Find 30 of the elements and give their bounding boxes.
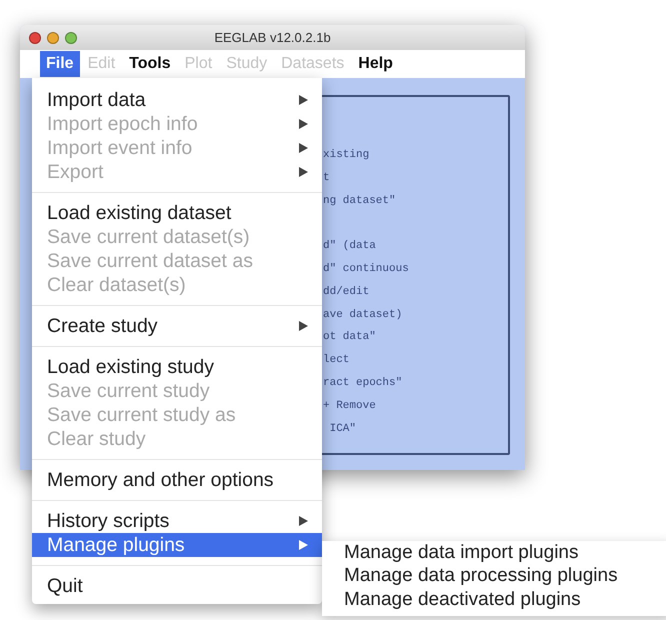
menu-bar-item[interactable]: Tools: [123, 51, 177, 77]
code-line: ICA": [328, 422, 356, 437]
code-line: t: [323, 172, 330, 186]
code-line: dd/edit: [323, 286, 370, 300]
code-line: ract epochs": [323, 376, 402, 391]
menu-item[interactable]: Manage plugins: [32, 533, 322, 557]
code-line: d" continuous: [323, 262, 409, 277]
code-line: lect: [323, 354, 350, 368]
menu-item[interactable]: Import data: [32, 88, 322, 112]
menu-item[interactable]: Manage data import plugins: [322, 541, 666, 564]
menu-item[interactable]: Load existing dataset: [32, 201, 322, 225]
code-line: ot data": [323, 331, 376, 346]
menu-item[interactable]: Load existing study: [32, 355, 322, 379]
code-line: xisting: [323, 149, 370, 163]
menu-bar-item[interactable]: File: [40, 51, 80, 77]
menu-item[interactable]: Manage data processing plugins: [322, 564, 666, 588]
menu-item[interactable]: Quit: [32, 574, 322, 598]
menu-item[interactable]: History scripts: [32, 509, 322, 533]
code-line: ave dataset): [323, 308, 402, 323]
code-line: ng dataset": [323, 194, 396, 209]
menu-item[interactable]: Memory and other options: [32, 468, 322, 492]
menu-bar-item[interactable]: Help: [352, 51, 399, 77]
menu-item[interactable]: Manage deactivated plugins: [322, 588, 666, 612]
zoom-button[interactable]: [65, 32, 77, 44]
menu-item[interactable]: Create study: [32, 314, 322, 338]
close-button[interactable]: [29, 32, 41, 44]
code-line: d" (data: [323, 240, 376, 254]
code-line: + Remove: [323, 400, 376, 414]
window-title: EEGLAB v12.0.2.1b: [214, 30, 331, 45]
minimize-button[interactable]: [47, 32, 59, 44]
